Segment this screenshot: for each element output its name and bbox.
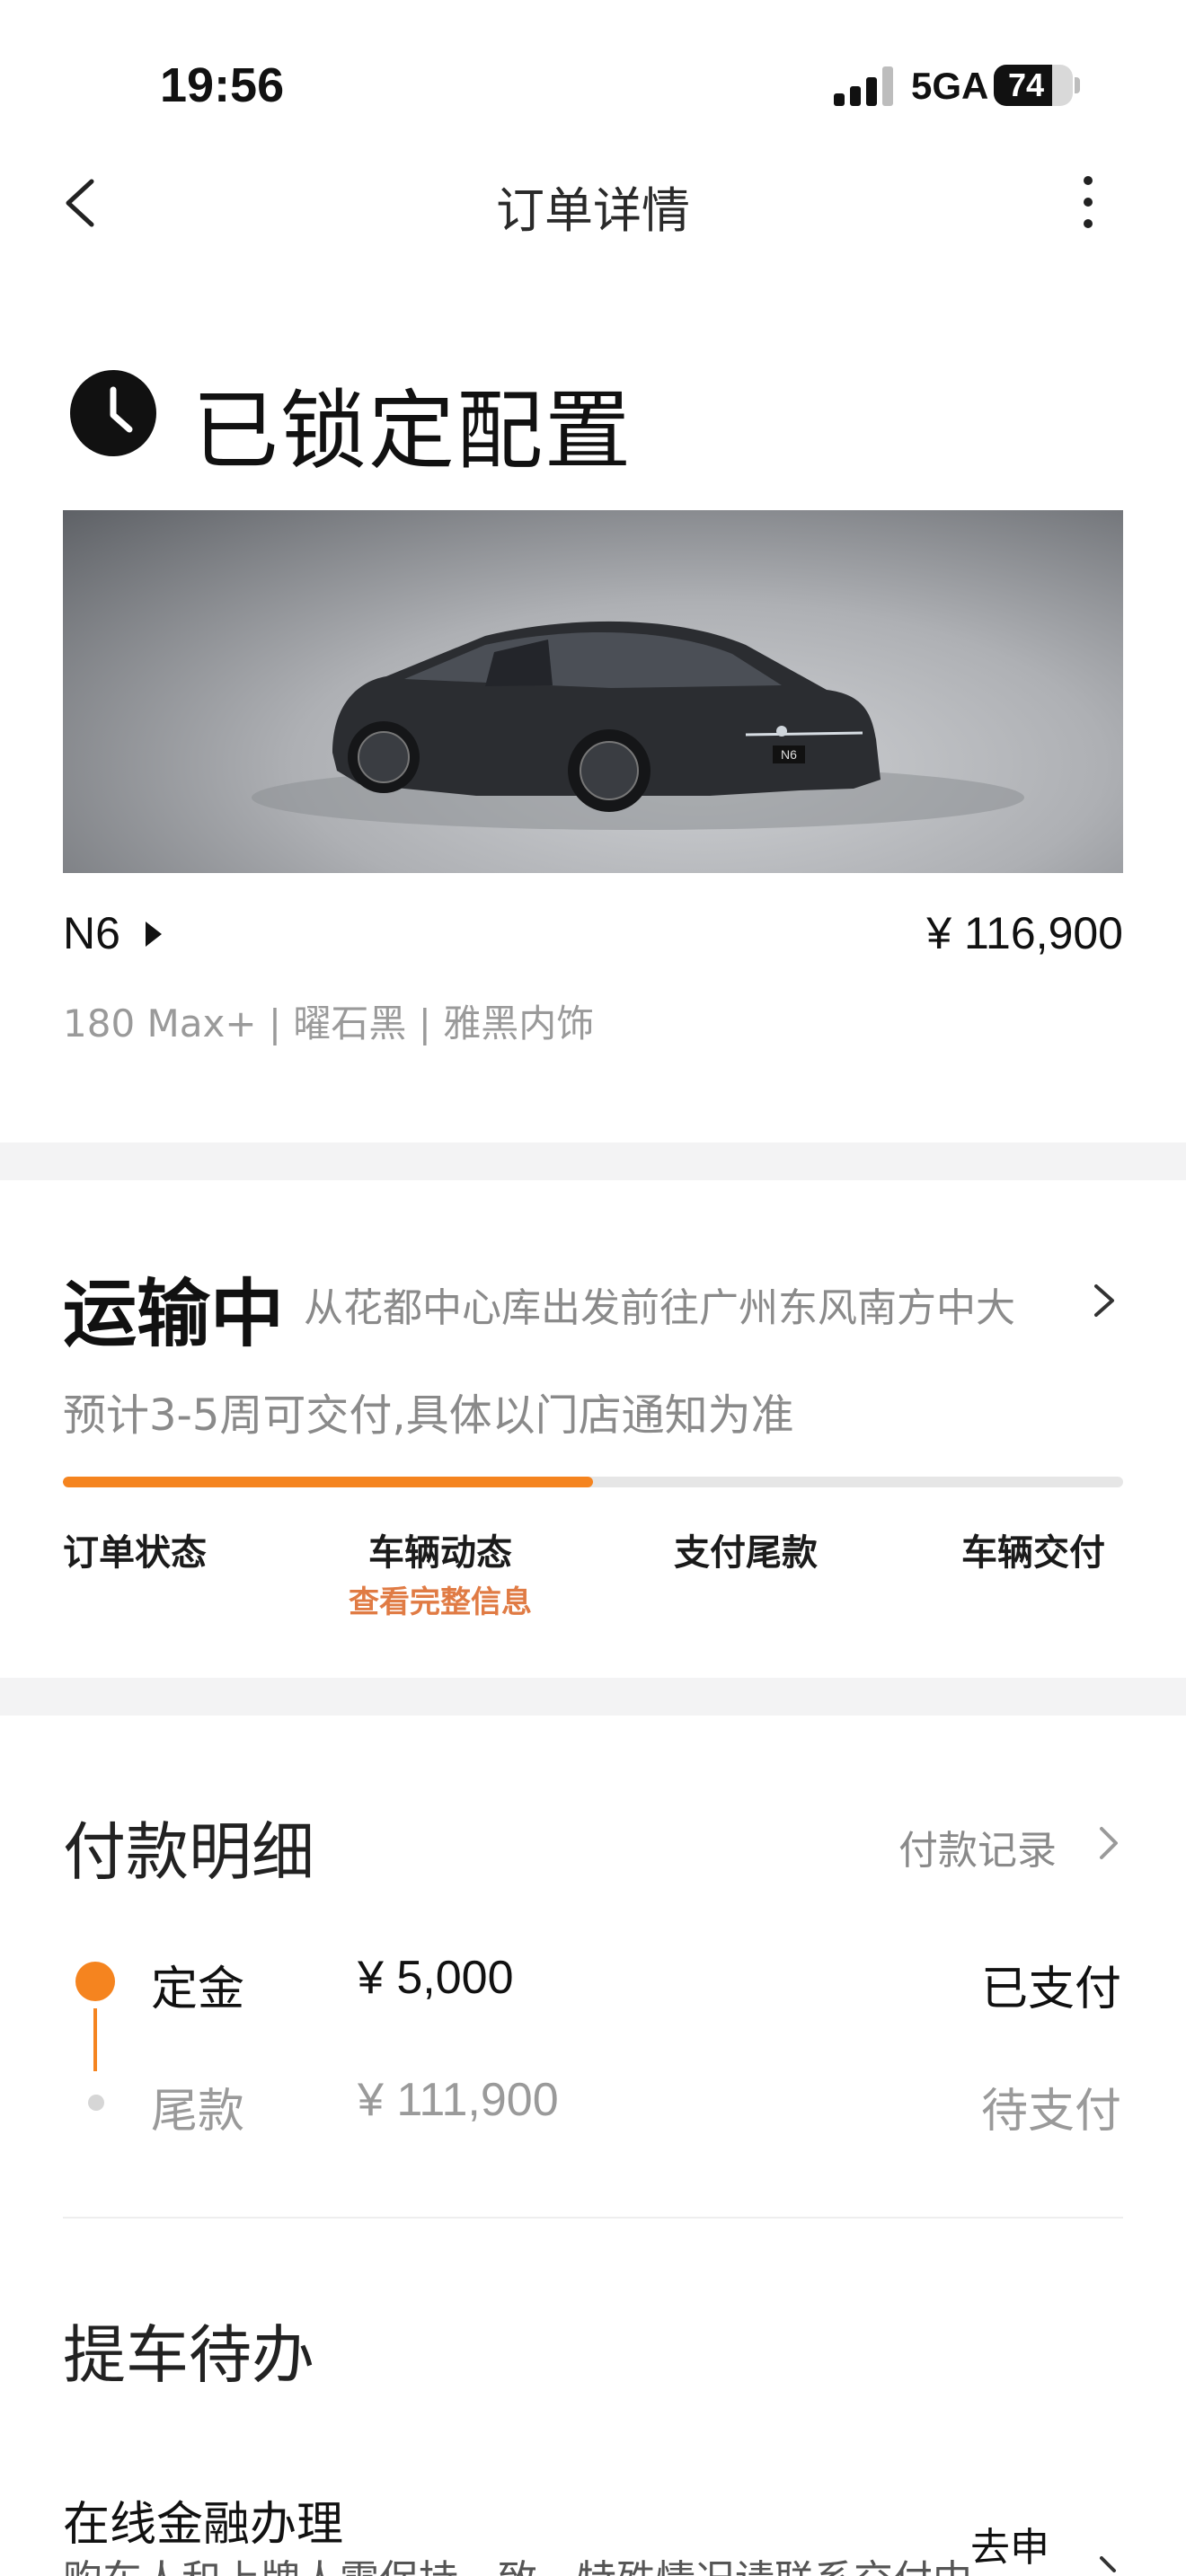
signal-icon: [834, 66, 897, 106]
view-full-info-link[interactable]: 查看完整信息: [349, 1577, 532, 1621]
wheel-icon: [348, 721, 420, 793]
caret-right-icon: [146, 922, 162, 947]
more-icon-dot: [1084, 219, 1093, 228]
battery-icon: 74: [994, 65, 1080, 106]
vehicle-spec: 180 Max+ | 曜石黑 | 雅黑内饰: [63, 1001, 595, 1045]
order-status-title: 已锁定配置: [192, 381, 633, 481]
delivery-progress: [63, 1477, 1123, 1487]
chevron-right-icon[interactable]: [1094, 2556, 1121, 2576]
step-vehicle-tracking[interactable]: 车辆动态: [368, 1523, 512, 1575]
car-illustration: N6: [252, 621, 1024, 830]
balance-label: 尾款: [151, 2085, 245, 2139]
deposit-status: 已支付: [980, 1963, 1121, 2016]
clock-icon: [70, 370, 156, 456]
balance-amount: ¥ 111,900: [358, 2074, 559, 2126]
section-divider: [0, 1678, 1186, 1716]
step-order-status[interactable]: 订单状态: [63, 1523, 207, 1575]
vehicle-badge: N6: [781, 747, 797, 762]
step-delivery[interactable]: 车辆交付: [961, 1523, 1105, 1575]
network-label: 5GA: [911, 65, 989, 107]
battery-level: 74: [1007, 66, 1045, 103]
timeline-dot-active: [75, 1962, 115, 2001]
more-icon-dot: [1084, 176, 1093, 185]
apply-button[interactable]: 去申: [970, 2515, 1049, 2572]
finance-todo-desc: 购车人和上牌人需保持一致，特殊情况请联系交付中: [63, 2547, 972, 2576]
transport-route[interactable]: 从花都中心库出发前往广州东风南方中大: [304, 1275, 1015, 1333]
payment-title: 付款明细: [63, 1815, 314, 1889]
timeline-line: [93, 2008, 97, 2071]
vehicle-name: N6: [63, 908, 120, 958]
divider: [63, 2217, 1123, 2219]
car-image[interactable]: N6: [63, 510, 1123, 873]
timeline-dot-pending: [88, 2095, 104, 2111]
delivery-eta: 预计3-5周可交付,具体以门店通知为准: [63, 1390, 794, 1441]
page-title: 订单详情: [496, 182, 690, 239]
transport-status: 运输中: [63, 1272, 285, 1357]
vehicle-row[interactable]: N6 ¥ 116,900: [63, 907, 1123, 961]
chevron-right-icon[interactable]: [1094, 1825, 1121, 1861]
payment-record-link[interactable]: 付款记录: [898, 1818, 1057, 1875]
delivery-progress-fill: [63, 1477, 593, 1487]
finance-todo-title[interactable]: 在线金融办理: [63, 2486, 343, 2554]
wheel-icon: [568, 729, 651, 812]
status-time: 19:56: [160, 58, 285, 112]
step-final-payment[interactable]: 支付尾款: [674, 1523, 818, 1575]
deposit-amount: ¥ 5,000: [358, 1952, 514, 2004]
vehicle-price: ¥ 116,900: [926, 908, 1123, 958]
pickup-title: 提车待办: [63, 2318, 314, 2392]
deposit-label: 定金: [151, 1963, 245, 2016]
chevron-right-icon[interactable]: [1087, 1283, 1120, 1319]
more-button[interactable]: [1075, 172, 1102, 232]
section-divider: [0, 1142, 1186, 1180]
balance-status: 待支付: [980, 2085, 1121, 2139]
more-icon-dot: [1084, 198, 1093, 207]
